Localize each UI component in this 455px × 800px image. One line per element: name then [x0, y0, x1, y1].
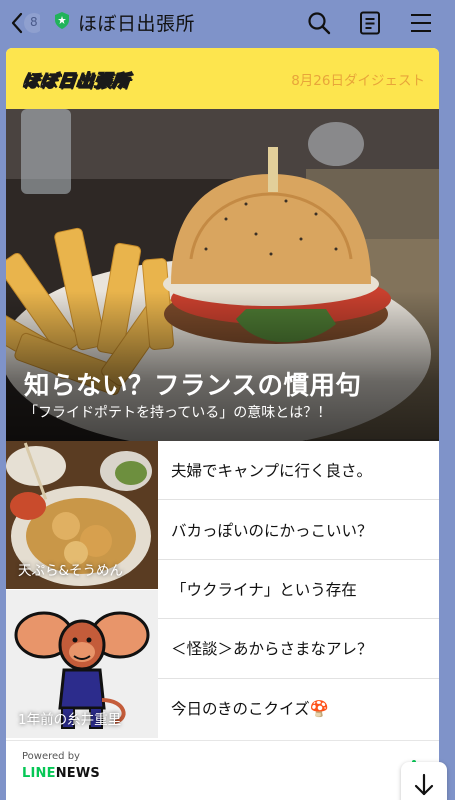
search-button[interactable]	[303, 7, 335, 39]
search-icon	[308, 12, 331, 35]
account-title: ほぼ日出張所	[78, 13, 196, 35]
arrow-down-icon	[414, 773, 434, 796]
menu-icon	[411, 14, 431, 32]
thumb-caption-tempura: 天ぷら&そうめん	[18, 563, 124, 579]
list-item[interactable]: 「ウクライナ」という存在	[158, 560, 439, 620]
hobonichi-logo: ほぼ日出張所	[20, 71, 131, 92]
notes-icon	[360, 11, 380, 35]
thumb-caption-itoi: 1年前の糸井重里	[18, 712, 122, 728]
powered-by-label: Powered by	[22, 751, 80, 762]
notes-button[interactable]	[354, 7, 386, 39]
article-list: 夫婦でキャンプに行く良さ。 バカっぽいのにかっこいい？ 「ウクライナ」という存在…	[158, 441, 439, 738]
digest-date-label: 8月26日ダイジェスト	[291, 72, 425, 89]
hero-title: 知らない？フランスの慣用句	[24, 371, 362, 401]
list-item[interactable]: 夫婦でキャンプに行く良さ。	[158, 441, 439, 501]
menu-button[interactable]	[405, 7, 437, 39]
hero-subtitle: 「フライドポテトを持っている」の意味とは？！	[24, 405, 332, 421]
card-header: ほぼ日出張所 8月26日ダイジェスト	[6, 48, 439, 109]
line-news-news: NEWS	[55, 766, 100, 781]
hero-article[interactable]: 知らない？フランスの慣用句 「フライドポテトを持っている」の意味とは？！	[6, 109, 439, 441]
list-item[interactable]: バカっぽいのにかっこいい？	[158, 500, 439, 560]
list-item[interactable]: ＜怪談＞あからさまなアレ？	[158, 619, 439, 679]
unread-badge: 8	[30, 15, 38, 29]
thumb-tempura[interactable]: 天ぷら&そうめん	[6, 441, 158, 589]
list-item[interactable]: 今日のきのこクイズ🍄	[158, 679, 439, 738]
card-footer: Powered by LINENEWS	[6, 740, 439, 800]
article-section: 天ぷら&そうめん 1年前の糸井重里 夫婦でキャンプに行く良さ。 バカっぽいのにか…	[6, 441, 439, 738]
thumb-itoi[interactable]: 1年前の糸井重里	[6, 590, 158, 738]
line-news-logo[interactable]: LINENEWS	[22, 766, 100, 781]
back-button[interactable]: 8	[6, 8, 40, 38]
scroll-down-button[interactable]	[401, 762, 447, 800]
digest-card: ほぼ日出張所 8月26日ダイジェスト 知らない？フランスの慣用句 「フライドポテ…	[6, 48, 439, 800]
shield-icon	[55, 12, 69, 29]
line-news-line: LINE	[22, 766, 56, 781]
top-nav: 8 ほぼ日出張所	[0, 0, 455, 46]
